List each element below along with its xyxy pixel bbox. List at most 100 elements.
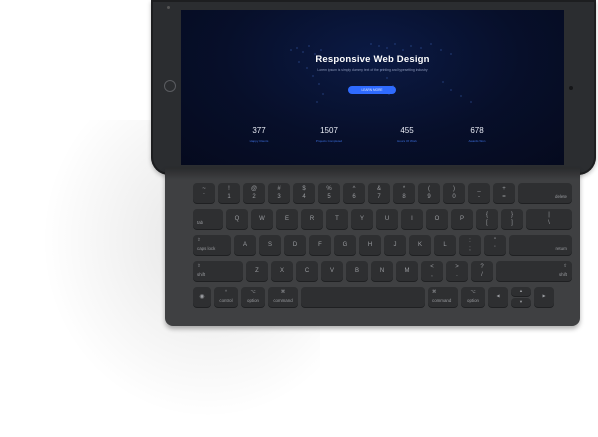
key-4[interactable]: $4 [293,183,315,203]
key-shift-symbol: ^ [352,186,356,192]
key-g[interactable]: G [334,235,356,255]
key-e[interactable]: E [276,209,298,229]
arrow-left-key[interactable]: ◀ [488,287,508,307]
key-y[interactable]: Y [351,209,373,229]
key-j[interactable]: J [384,235,406,255]
key-c[interactable]: C [296,261,318,281]
key-letter: S [267,242,272,248]
key-shift-symbol: < [430,264,434,270]
key-q[interactable]: Q [226,209,248,229]
sensor-dot [167,6,170,9]
key-symbol: 8 [402,194,406,200]
control-label: control [219,297,233,303]
key-=[interactable]: + = [493,183,515,203]
hero-title: Responsive Web Design [315,54,430,65]
key-3[interactable]: #3 [268,183,290,203]
arrow-up-icon: ▲ [519,288,523,293]
key-][interactable]: }] [501,209,523,229]
key-s[interactable]: S [259,235,281,255]
right-option-key[interactable]: ⌥ option [461,287,485,307]
key-letter: H [367,242,373,248]
key-symbol: - [478,194,480,200]
stat-value: 678 [470,126,484,135]
key-shift-symbol: ? [480,264,484,270]
key-t[interactable]: T [326,209,348,229]
key-x[interactable]: X [271,261,293,281]
key-letter: A [242,242,247,248]
caps-lock-key[interactable]: ⇪ caps lock [193,235,231,255]
key-r[interactable]: R [301,209,323,229]
key-letter: J [393,242,397,248]
key-b[interactable]: B [346,261,368,281]
key-f[interactable]: F [309,235,331,255]
key-\[interactable]: | \ [526,209,572,229]
key-letter: X [279,268,284,274]
key-v[interactable]: V [321,261,343,281]
key-[[interactable]: {[ [476,209,498,229]
key-6[interactable]: ^ 6 [343,183,365,203]
space-bar[interactable] [301,287,425,307]
key-shift-symbol: $ [302,186,306,192]
key-symbol: 6 [352,194,356,200]
key-punct[interactable]: ? / [471,261,493,281]
key-`[interactable]: ~ ` [193,183,215,203]
arrow-up-key[interactable]: ▲ [511,287,531,296]
hero-subtitle: Lorem ipsum is simply dummy text of the … [317,68,428,72]
key-p[interactable]: P [451,209,473,229]
key-h[interactable]: H [359,235,381,255]
key-u[interactable]: U [376,209,398,229]
key-m[interactable]: M [396,261,418,281]
key-symbol: 0 [452,194,456,200]
key-8[interactable]: * 8 [393,183,415,203]
left-command-key[interactable]: ⌘ command [268,287,298,307]
learn-more-button[interactable]: LEARN MORE [348,86,396,94]
home-button[interactable] [164,80,176,92]
key-punct[interactable]: <, [421,261,443,281]
key-letter: U [384,216,390,222]
stat-label: Awards Won [468,139,486,143]
right-shift-key[interactable]: ⇧ shift [496,261,572,281]
key-d[interactable]: D [284,235,306,255]
key-shift-symbol: " [493,238,497,244]
left-option-key[interactable]: ⌥ option [241,287,265,307]
key-letter: F [318,242,322,248]
stat-value: 377 [252,126,266,135]
key--[interactable]: _ - [468,183,490,203]
return-key[interactable]: return [509,235,572,255]
tab-key[interactable]: tab [193,209,223,229]
key-l[interactable]: L [434,235,456,255]
right-command-key[interactable]: ⌘ command [428,287,458,307]
key-letter: Q [234,216,240,222]
key-shift-symbol: } [510,212,513,218]
key-quote[interactable]: " ' [484,235,506,255]
key-punct[interactable]: >. [446,261,468,281]
key-o[interactable]: O [426,209,448,229]
key-letter: M [404,268,410,274]
key-n[interactable]: N [371,261,393,281]
key-z[interactable]: Z [246,261,268,281]
key-shift-symbol: > [455,264,459,270]
key-shift-symbol: | [548,212,550,218]
left-shift-key[interactable]: ⇧ shift [193,261,243,281]
key-0[interactable]: ) 0 [443,183,465,203]
globe-key[interactable]: ◉ [193,287,211,307]
key-symbol: 4 [302,194,306,200]
key-9[interactable]: (9 [418,183,440,203]
key-a[interactable]: A [234,235,256,255]
arrow-down-key[interactable]: ▼ [511,298,531,307]
key-k[interactable]: K [409,235,431,255]
key-w[interactable]: W [251,209,273,229]
key-semicolon[interactable]: :; [459,235,481,255]
key-2[interactable]: @2 [243,183,265,203]
key-1[interactable]: ! 1 [218,183,240,203]
control-key[interactable]: ^ control [214,287,238,307]
key-shift-symbol: ! [228,186,230,192]
command-icon: ⌘ [280,289,286,294]
key-7[interactable]: & 7 [368,183,390,203]
key-letter: D [292,242,298,248]
key-i[interactable]: I [401,209,423,229]
delete-key[interactable]: delete [518,183,572,203]
key-5[interactable]: % 5 [318,183,340,203]
arrow-right-key[interactable]: ▶ [534,287,554,307]
key-shift-symbol: _ [477,186,481,192]
